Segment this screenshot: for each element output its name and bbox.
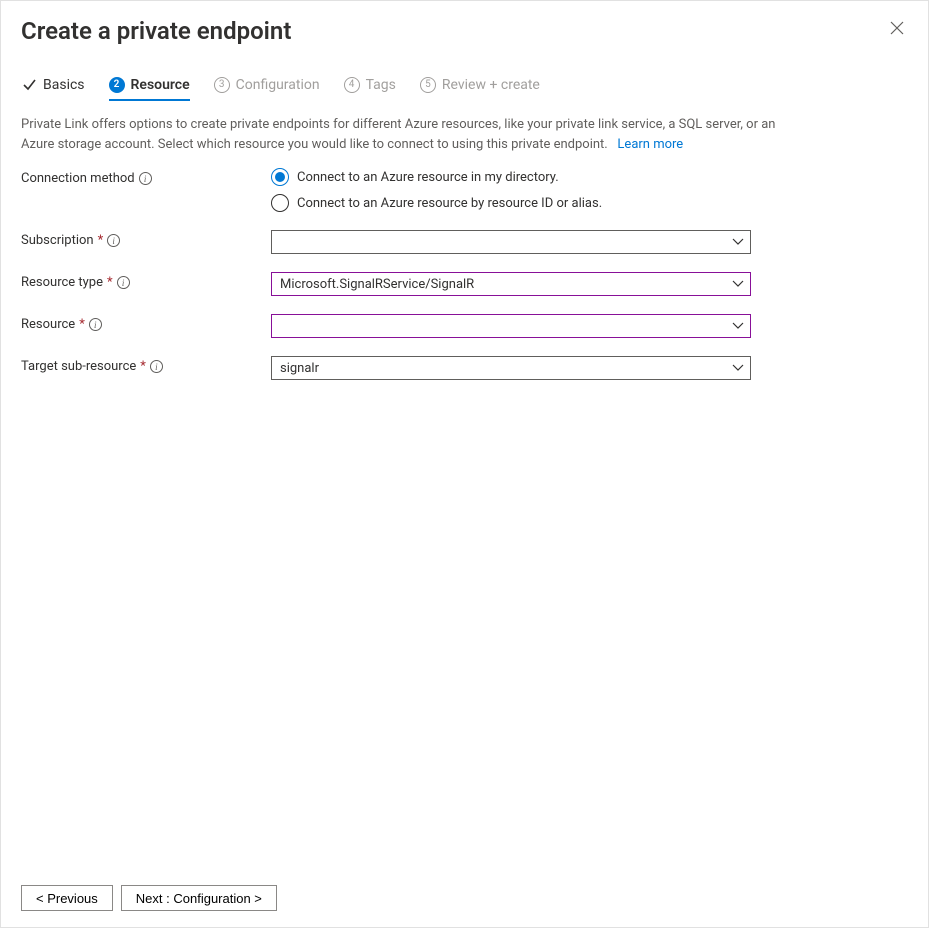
subscription-label: Subscription bbox=[21, 233, 94, 248]
close-button[interactable] bbox=[886, 17, 908, 39]
select-value: signalr bbox=[280, 361, 319, 376]
radio-label: Connect to an Azure resource in my direc… bbox=[297, 170, 559, 185]
radio-icon bbox=[271, 194, 289, 212]
step-number-icon: 2 bbox=[109, 77, 125, 93]
tab-label: Tags bbox=[366, 77, 396, 93]
step-number-icon: 5 bbox=[420, 77, 436, 93]
subscription-select[interactable] bbox=[271, 230, 751, 254]
select-value: Microsoft.SignalRService/SignalR bbox=[280, 277, 474, 292]
info-icon[interactable]: i bbox=[107, 234, 120, 247]
info-icon[interactable]: i bbox=[150, 360, 163, 373]
previous-button[interactable]: < Previous bbox=[21, 885, 113, 911]
tab-basics[interactable]: Basics bbox=[21, 77, 85, 101]
info-icon[interactable]: i bbox=[89, 318, 102, 331]
radio-icon bbox=[271, 168, 289, 186]
info-icon[interactable]: i bbox=[139, 172, 152, 185]
radio-connect-directory[interactable]: Connect to an Azure resource in my direc… bbox=[271, 168, 751, 186]
target-sub-resource-select[interactable]: signalr bbox=[271, 356, 751, 380]
tab-label: Review + create bbox=[442, 77, 540, 93]
required-indicator: * bbox=[79, 317, 85, 332]
tab-review-create[interactable]: 5 Review + create bbox=[420, 77, 540, 101]
resource-form: Connection method i Connect to an Azure … bbox=[1, 154, 928, 380]
resource-type-select[interactable]: Microsoft.SignalRService/SignalR bbox=[271, 272, 751, 296]
row-connection-method: Connection method i Connect to an Azure … bbox=[21, 168, 908, 212]
tab-description: Private Link offers options to create pr… bbox=[1, 101, 801, 154]
chevron-down-icon bbox=[732, 238, 744, 246]
wizard-footer: < Previous Next : Configuration > bbox=[1, 869, 928, 927]
panel-header: Create a private endpoint bbox=[1, 1, 928, 49]
info-icon[interactable]: i bbox=[117, 276, 130, 289]
required-indicator: * bbox=[140, 359, 146, 374]
chevron-down-icon bbox=[732, 280, 744, 288]
resource-label: Resource bbox=[21, 317, 75, 332]
learn-more-link[interactable]: Learn more bbox=[617, 137, 683, 152]
page-title: Create a private endpoint bbox=[21, 17, 291, 45]
connection-method-radio-group: Connect to an Azure resource in my direc… bbox=[271, 168, 751, 212]
tab-configuration[interactable]: 3 Configuration bbox=[214, 77, 320, 101]
chevron-down-icon bbox=[732, 322, 744, 330]
tab-label: Resource bbox=[131, 77, 190, 93]
target-sub-resource-label: Target sub-resource bbox=[21, 359, 136, 374]
tab-tags[interactable]: 4 Tags bbox=[344, 77, 396, 101]
row-resource-type: Resource type * i Microsoft.SignalRServi… bbox=[21, 272, 908, 296]
close-icon bbox=[890, 21, 904, 35]
tab-label: Configuration bbox=[236, 77, 320, 93]
resource-select[interactable] bbox=[271, 314, 751, 338]
radio-connect-resource-id[interactable]: Connect to an Azure resource by resource… bbox=[271, 194, 751, 212]
row-resource: Resource * i bbox=[21, 314, 908, 338]
row-target-sub-resource: Target sub-resource * i signalr bbox=[21, 356, 908, 380]
required-indicator: * bbox=[107, 275, 113, 290]
radio-label: Connect to an Azure resource by resource… bbox=[297, 196, 602, 211]
next-button[interactable]: Next : Configuration > bbox=[121, 885, 277, 911]
resource-type-label: Resource type bbox=[21, 275, 103, 290]
step-number-icon: 4 bbox=[344, 77, 360, 93]
chevron-down-icon bbox=[732, 364, 744, 372]
row-subscription: Subscription * i bbox=[21, 230, 908, 254]
wizard-tabs: Basics 2 Resource 3 Configuration 4 Tags… bbox=[1, 49, 928, 101]
create-private-endpoint-panel: Create a private endpoint Basics 2 Resou… bbox=[0, 0, 929, 928]
connection-method-label: Connection method bbox=[21, 171, 135, 186]
tab-label: Basics bbox=[43, 77, 85, 93]
tab-resource[interactable]: 2 Resource bbox=[109, 77, 190, 101]
required-indicator: * bbox=[98, 233, 104, 248]
check-icon bbox=[21, 77, 37, 93]
step-number-icon: 3 bbox=[214, 77, 230, 93]
